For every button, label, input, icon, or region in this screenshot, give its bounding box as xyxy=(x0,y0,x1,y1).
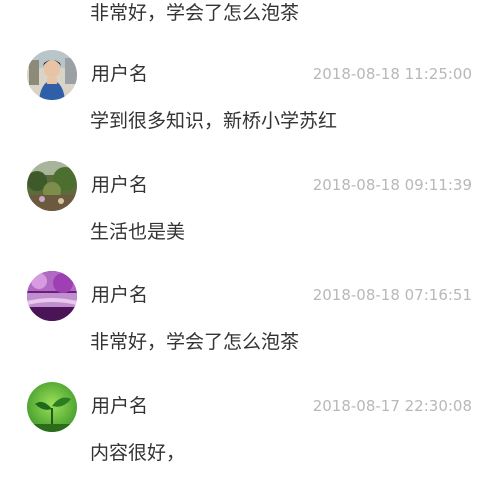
username[interactable]: 用户名 xyxy=(91,173,148,197)
user-avatar[interactable] xyxy=(27,161,77,211)
username[interactable]: 用户名 xyxy=(91,62,148,86)
comment-item: 用户名 2018-08-18 07:16:51 非常好，学会了怎么泡茶 xyxy=(0,271,500,381)
timestamp: 2018-08-18 11:25:00 xyxy=(312,65,472,83)
comment-text: 非常好，学会了怎么泡茶 xyxy=(90,2,300,24)
username[interactable]: 用户名 xyxy=(91,394,148,418)
comment-text: 学到很多知识，新桥小学苏红 xyxy=(90,110,338,132)
avatar-photo-icon xyxy=(27,50,77,100)
user-avatar[interactable] xyxy=(27,271,77,321)
avatar-photo-icon xyxy=(27,161,77,211)
timestamp: 2018-08-18 09:11:39 xyxy=(312,176,472,194)
timestamp: 2018-08-18 07:16:51 xyxy=(312,286,472,304)
comment-item: 用户名 2018-08-17 22:30:08 内容很好， xyxy=(0,382,500,492)
comment-text: 生活也是美 xyxy=(90,221,186,243)
comment-feed: 非常好，学会了怎么泡茶 用户名 2018-08-18 11:25:00 学到很多… xyxy=(0,0,500,475)
comment-item: 用户名 2018-08-18 09:11:39 生活也是美 xyxy=(0,161,500,271)
timestamp: 2018-08-17 22:30:08 xyxy=(312,397,472,415)
comment-item: 用户名 2018-08-18 11:25:00 学到很多知识，新桥小学苏红 xyxy=(0,50,500,160)
username[interactable]: 用户名 xyxy=(91,283,148,307)
user-avatar[interactable] xyxy=(27,50,77,100)
avatar-photo-icon xyxy=(27,382,77,432)
avatar-photo-icon xyxy=(27,271,77,321)
user-avatar[interactable] xyxy=(27,382,77,432)
comment-text: 内容很好， xyxy=(90,442,186,464)
comment-text: 非常好，学会了怎么泡茶 xyxy=(90,331,300,353)
